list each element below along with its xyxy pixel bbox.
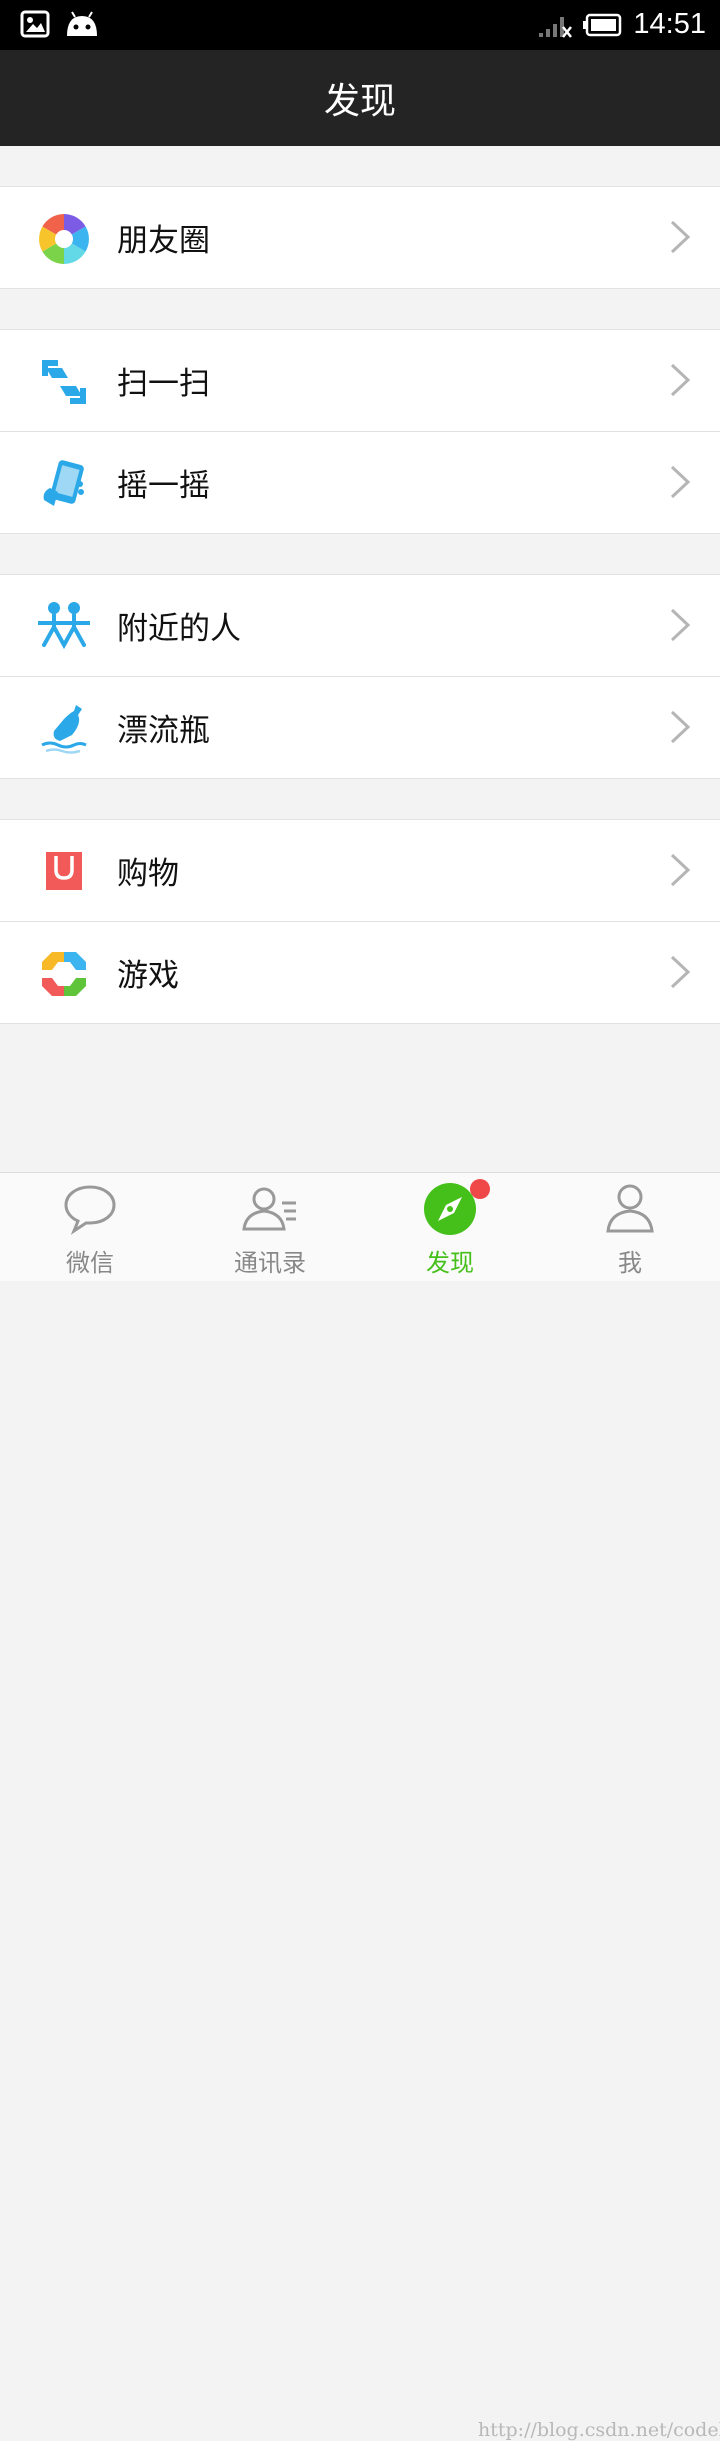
watermark: http://blog.csdn.net/codehxy	[478, 2419, 720, 2441]
menu-group: 扫一扫 摇一摇	[0, 329, 720, 534]
signal-icon	[539, 16, 573, 38]
people-nearby-icon	[38, 602, 90, 650]
gallery-notification-icon	[20, 10, 50, 38]
menu-item-scan[interactable]: 扫一扫	[0, 330, 720, 431]
chevron-right-icon	[670, 220, 691, 254]
menu-item-label: 游戏	[117, 958, 179, 994]
menu-item-games[interactable]: 游戏	[0, 921, 720, 1023]
tab-label: 通讯录	[234, 1249, 306, 1277]
bottom-tab-bar: 微信 通讯录 发现 我 http://blog.csdn.net/codehxy	[0, 1172, 720, 2441]
menu-item-label: 朋友圈	[117, 223, 210, 259]
shopping-icon	[46, 852, 82, 890]
chevron-right-icon	[670, 853, 691, 887]
title-bar: 发现	[0, 50, 720, 146]
tab-me[interactable]: 我	[540, 1173, 720, 1281]
games-icon	[42, 952, 86, 996]
battery-icon	[583, 13, 622, 36]
shake-icon	[43, 460, 84, 506]
menu-item-shake[interactable]: 摇一摇	[0, 431, 720, 533]
tab-chats[interactable]: 微信	[0, 1173, 180, 1281]
menu-item-label: 漂流瓶	[117, 713, 210, 749]
status-bar: 14:51	[0, 0, 720, 50]
person-icon	[606, 1184, 654, 1233]
menu-item-label: 购物	[117, 856, 179, 892]
menu-group: 朋友圈	[0, 186, 720, 289]
contacts-icon	[242, 1187, 296, 1231]
menu-item-label: 附近的人	[117, 611, 241, 647]
tab-label: 微信	[66, 1249, 114, 1277]
scan-icon	[42, 360, 86, 404]
tab-label: 我	[618, 1249, 642, 1277]
menu-item-label: 扫一扫	[117, 366, 210, 402]
tab-discover[interactable]: 发现	[360, 1173, 540, 1281]
menu-group: 附近的人 漂流瓶	[0, 574, 720, 779]
menu-item-label: 摇一摇	[117, 468, 210, 504]
menu-item-moments[interactable]: 朋友圈	[0, 187, 720, 288]
chevron-right-icon	[670, 955, 691, 989]
notification-badge	[470, 1179, 490, 1199]
discover-list: 朋友圈 扫一扫 摇一摇 附近的人 漂流瓶 购物 游戏	[0, 146, 720, 1024]
chevron-right-icon	[670, 710, 691, 744]
drift-bottle-icon	[41, 705, 87, 754]
menu-item-people-nearby[interactable]: 附近的人	[0, 575, 720, 676]
chevron-right-icon	[670, 363, 691, 397]
menu-item-shopping[interactable]: 购物	[0, 820, 720, 921]
page-title: 发现	[323, 81, 396, 122]
tab-contacts[interactable]: 通讯录	[180, 1173, 360, 1281]
menu-group: 购物 游戏	[0, 819, 720, 1024]
moments-icon	[39, 214, 89, 264]
chat-bubble-icon	[64, 1185, 116, 1235]
menu-item-drift-bottle[interactable]: 漂流瓶	[0, 676, 720, 778]
android-notification-icon	[67, 11, 97, 36]
chevron-right-icon	[670, 465, 691, 499]
chevron-right-icon	[670, 608, 691, 642]
status-time: 14:51	[633, 8, 706, 40]
tab-label: 发现	[426, 1249, 474, 1277]
